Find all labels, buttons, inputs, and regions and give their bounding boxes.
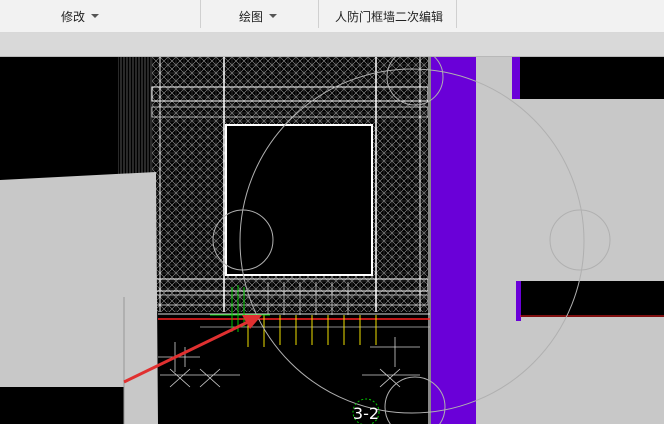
civil-defense-frame-wall-edit-button[interactable]: 人防门框墙二次编辑	[322, 0, 456, 32]
secondary-toolbar	[0, 33, 664, 57]
toolbar-divider	[318, 0, 319, 28]
cad-drawing-canvas[interactable]: 3-2	[0, 57, 664, 424]
top-toolbar: 修改 绘图 人防门框墙二次编辑	[0, 0, 664, 33]
door-opening	[225, 124, 373, 276]
modify-menu[interactable]: 修改	[40, 0, 120, 32]
right-lower-opening	[520, 281, 664, 317]
draw-menu-label: 绘图	[238, 9, 263, 24]
purple-column	[430, 57, 476, 424]
civil-defense-edit-label: 人防门框墙二次编辑	[334, 9, 443, 24]
toolbar-divider	[200, 0, 201, 28]
modify-menu-label: 修改	[60, 9, 85, 24]
right-upper-opening	[520, 57, 664, 99]
section-label: 3-2	[353, 404, 379, 423]
draw-menu[interactable]: 绘图	[218, 0, 298, 32]
right-wall-slab	[476, 57, 664, 424]
left-wall-slab	[0, 172, 158, 424]
toolbar-divider	[456, 0, 457, 28]
chevron-down-icon	[269, 14, 277, 18]
chevron-down-icon	[91, 14, 99, 18]
